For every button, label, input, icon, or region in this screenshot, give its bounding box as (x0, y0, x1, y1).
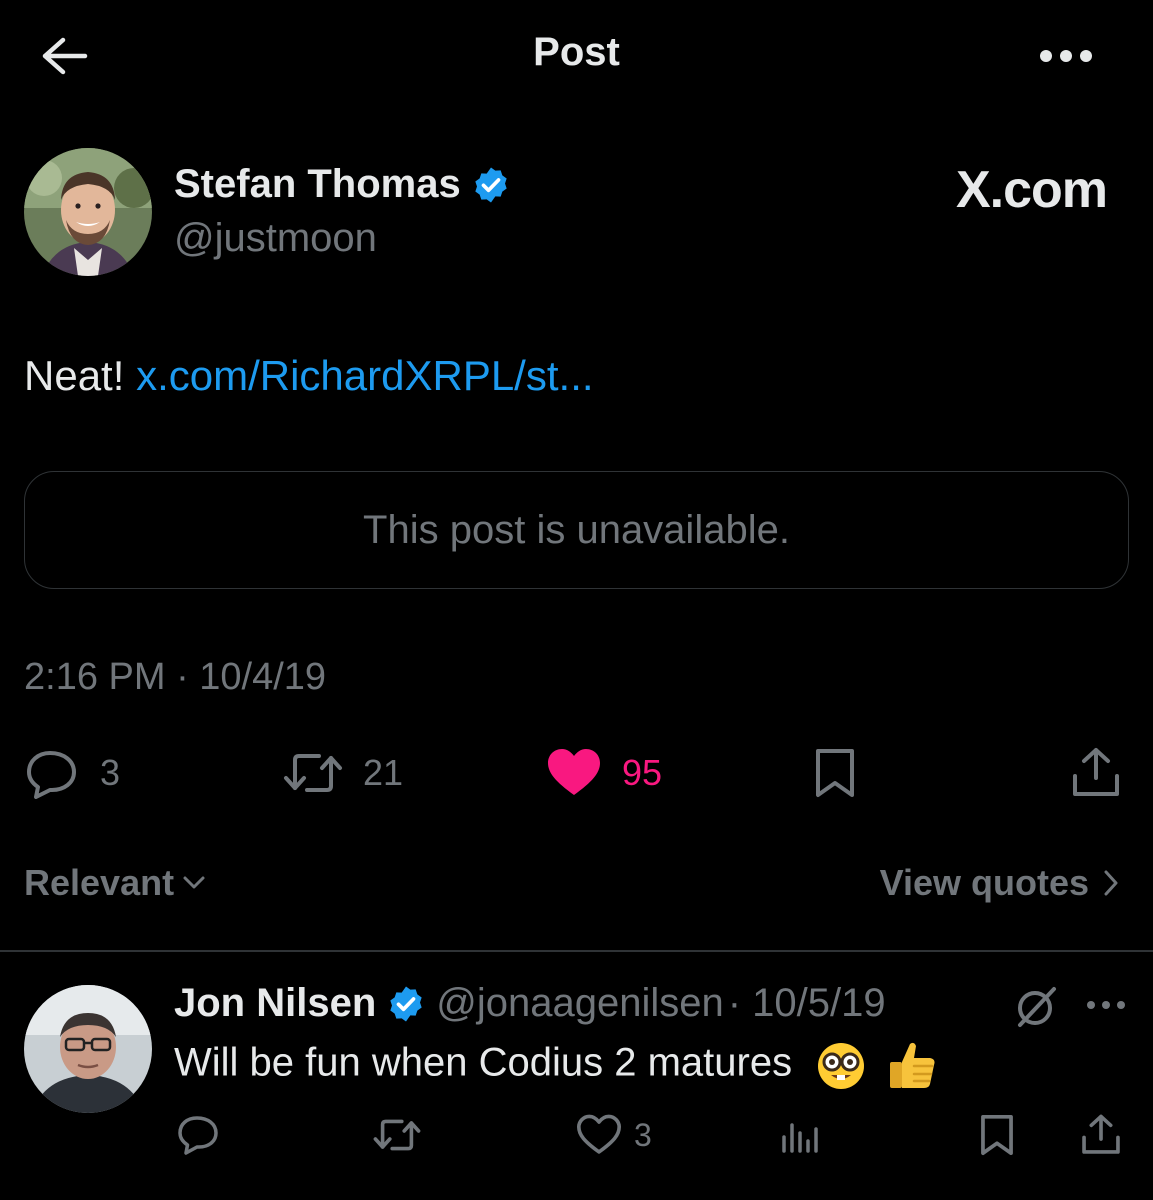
more-horizontal-icon (1087, 1001, 1125, 1009)
nerd-face-emoji (818, 1043, 865, 1089)
reply-button[interactable]: 3 (24, 745, 120, 801)
repost-count: 21 (363, 752, 404, 793)
reply-author-avatar[interactable] (24, 985, 152, 1113)
post-link[interactable]: x.com/RichardXRPL/st... (136, 352, 593, 399)
bookmark-icon (816, 749, 854, 797)
reply-views-button[interactable] (778, 1110, 818, 1160)
verified-badge-icon (390, 986, 422, 1021)
reply-date[interactable]: · 10/5/19 (728, 981, 886, 1026)
reply-sort-dropdown[interactable]: Relevant (24, 862, 206, 904)
avatar-photo (24, 148, 152, 276)
like-count: 95 (622, 752, 663, 793)
reply-count: 3 (100, 752, 121, 793)
sort-label: Relevant (24, 862, 175, 903)
grok-icon (1018, 987, 1056, 1027)
reply-reply-button[interactable] (176, 1110, 220, 1160)
verified-badge-icon (475, 167, 507, 202)
reply-icon (178, 1116, 218, 1155)
reply-share-button[interactable] (1080, 1110, 1122, 1160)
back-button[interactable] (38, 32, 90, 80)
divider (0, 950, 1153, 952)
thumbs-up-emoji (890, 1042, 935, 1088)
reply-repost-button[interactable] (372, 1110, 422, 1160)
reply-author-handle[interactable]: @jonaagenilsen (436, 981, 723, 1026)
view-quotes-link[interactable]: View quotes (880, 862, 1119, 904)
repost-icon (284, 754, 342, 792)
share-button[interactable] (1070, 745, 1122, 801)
avatar-photo (24, 985, 152, 1113)
analytics-icon (782, 1123, 818, 1153)
top-bar: Post (0, 0, 1153, 112)
author-handle[interactable]: @justmoon (174, 216, 377, 261)
reply-author-name[interactable]: Jon Nilsen (174, 981, 376, 1026)
post-text-prefix: Neat! (24, 352, 125, 399)
author-avatar[interactable] (24, 148, 152, 276)
heart-filled-icon (548, 749, 600, 795)
repost-button[interactable]: 21 (283, 745, 403, 801)
author-name[interactable]: Stefan Thomas (174, 162, 461, 207)
reply-more-button[interactable] (1082, 985, 1130, 1025)
reply-like-count: 3 (634, 1116, 652, 1153)
post-timestamp[interactable]: 2:16 PM · 10/4/19 (24, 656, 326, 699)
bookmark-button[interactable] (812, 745, 858, 801)
repost-icon (373, 1119, 421, 1151)
author-name-row[interactable]: Stefan Thomas (174, 162, 511, 207)
page-title: Post (533, 30, 620, 74)
reply-icon (27, 751, 76, 799)
quoted-post-card: This post is unavailable. (24, 471, 1129, 589)
reply-text-body: Will be fun when Codius 2 matures (174, 1040, 793, 1085)
reply-header: Jon Nilsen @jonaagenilsen · 10/5/19 (174, 981, 886, 1026)
grok-button[interactable] (1012, 983, 1060, 1031)
chevron-right-icon (1104, 870, 1118, 896)
more-horizontal-icon (1040, 50, 1092, 62)
more-options-button[interactable] (1036, 36, 1096, 76)
view-quotes-label: View quotes (879, 862, 1089, 903)
post-page: Post Stefan Thomas @justmoon X.com Neat!… (0, 0, 1153, 1200)
share-icon (1073, 748, 1119, 796)
unavailable-message: This post is unavailable. (363, 507, 790, 552)
reply-bookmark-button[interactable] (978, 1110, 1016, 1160)
bookmark-icon (981, 1114, 1013, 1156)
reply-text: Will be fun when Codius 2 matures (174, 1038, 938, 1092)
arrow-left-icon (42, 37, 88, 75)
post-text: Neat! x.com/RichardXRPL/st... (24, 352, 594, 400)
reply-like-button[interactable]: 3 (576, 1110, 652, 1160)
share-icon (1082, 1114, 1120, 1154)
heart-icon (576, 1114, 622, 1154)
chevron-down-icon (183, 876, 205, 889)
source-label: X.com (955, 161, 1108, 219)
like-button[interactable]: 95 (546, 745, 662, 801)
